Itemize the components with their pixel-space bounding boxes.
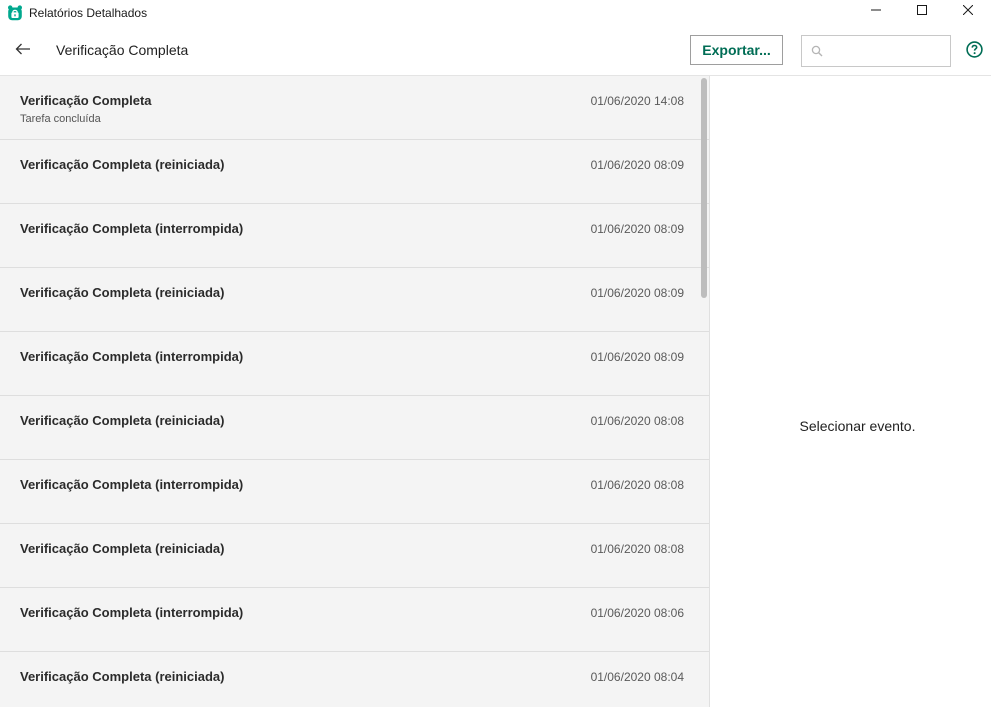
app-window: Relatórios Detalhados Verificação Comple…: [0, 0, 991, 707]
event-row[interactable]: Verificação Completa (reiniciada) 01/06/…: [0, 140, 709, 204]
close-button[interactable]: [945, 0, 991, 22]
page-title: Verificação Completa: [56, 42, 189, 58]
event-name: Verificação Completa (interrompida): [20, 477, 244, 492]
search-box[interactable]: [801, 35, 951, 67]
event-status: Tarefa concluída: [20, 113, 101, 125]
event-date: 01/06/2020 08:04: [590, 670, 684, 684]
event-date: 01/06/2020 08:09: [590, 350, 684, 364]
title-bar: Relatórios Detalhados: [0, 0, 991, 26]
event-name: Verificação Completa (interrompida): [20, 349, 244, 364]
window-title: Relatórios Detalhados: [29, 6, 148, 20]
event-name: Verificação Completa (interrompida): [20, 605, 244, 620]
event-name: Verificação Completa (reiniciada): [20, 541, 225, 556]
event-date: 01/06/2020 08:06: [590, 606, 684, 620]
search-icon: [811, 45, 823, 57]
event-date: 01/06/2020 08:08: [590, 542, 684, 556]
event-date: 01/06/2020 14:08: [590, 94, 684, 108]
event-date: 01/06/2020 08:08: [590, 478, 684, 492]
event-date: 01/06/2020 08:08: [590, 414, 684, 428]
event-name: Verificação Completa (reiniciada): [20, 413, 225, 428]
event-date: 01/06/2020 08:09: [590, 222, 684, 236]
event-name: Verificação Completa (interrompida): [20, 221, 244, 236]
event-date: 01/06/2020 08:09: [590, 158, 684, 172]
window-controls: [853, 0, 991, 26]
event-name: Verificação Completa (reiniciada): [20, 285, 225, 300]
event-date: 01/06/2020 08:09: [590, 286, 684, 300]
event-list: Verificação Completa Tarefa concluída 01…: [0, 76, 709, 707]
maximize-icon: [917, 2, 927, 20]
event-name: Verificação Completa: [20, 93, 152, 108]
event-row[interactable]: Verificação Completa (interrompida) 01/0…: [0, 460, 709, 524]
event-row[interactable]: Verificação Completa (reiniciada) 01/06/…: [0, 396, 709, 460]
event-name: Verificação Completa (reiniciada): [20, 669, 225, 684]
scrollbar-thumb[interactable]: [701, 78, 707, 298]
event-row[interactable]: Verificação Completa (reiniciada) 01/06/…: [0, 268, 709, 332]
help-button[interactable]: [966, 40, 983, 63]
close-icon: [962, 2, 974, 20]
event-row[interactable]: Verificação Completa (interrompida) 01/0…: [0, 332, 709, 396]
maximize-button[interactable]: [899, 0, 945, 22]
back-button[interactable]: [12, 40, 34, 62]
event-row[interactable]: Verificação Completa (reiniciada) 01/06/…: [0, 652, 709, 707]
event-row[interactable]: Verificação Completa Tarefa concluída 01…: [0, 76, 709, 140]
event-row[interactable]: Verificação Completa (interrompida) 01/0…: [0, 588, 709, 652]
detail-placeholder: Selecionar evento.: [799, 418, 916, 434]
toolbar: Verificação Completa Exportar...: [0, 26, 991, 76]
kaspersky-bear-icon: [7, 5, 23, 21]
search-input[interactable]: [827, 37, 950, 65]
event-row[interactable]: Verificação Completa (reiniciada) 01/06/…: [0, 524, 709, 588]
export-button[interactable]: Exportar...: [690, 35, 783, 65]
scrollbar[interactable]: [699, 76, 709, 707]
help-circle-icon: [966, 40, 983, 63]
event-row[interactable]: Verificação Completa (interrompida) 01/0…: [0, 204, 709, 268]
event-name: Verificação Completa (reiniciada): [20, 157, 225, 172]
detail-pane: Selecionar evento.: [710, 76, 991, 707]
arrow-left-icon: [15, 42, 31, 60]
minimize-button[interactable]: [853, 0, 899, 22]
minimize-icon: [871, 2, 881, 20]
